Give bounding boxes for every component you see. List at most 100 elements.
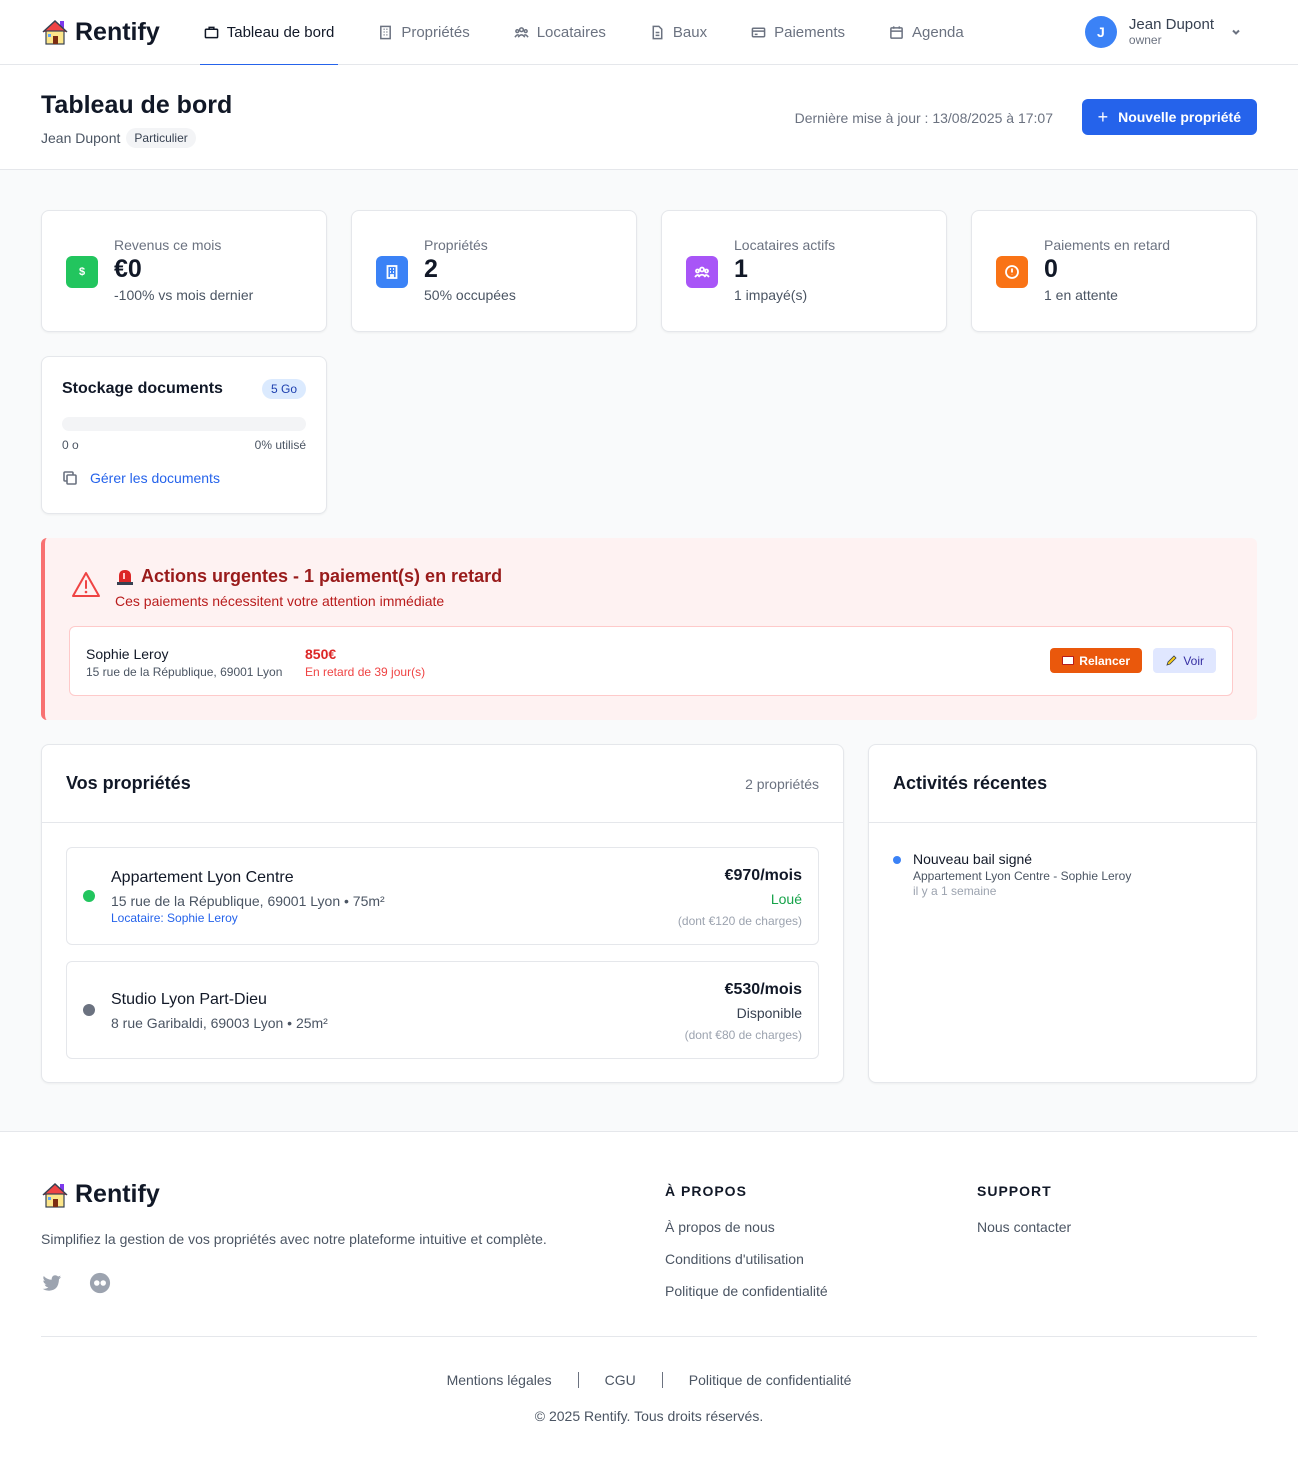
user-menu[interactable]: J Jean Dupont owner <box>1084 16 1242 48</box>
building-icon <box>380 25 392 39</box>
tab-label: Agenda <box>912 23 964 41</box>
owner-type-badge: Particulier <box>126 128 196 148</box>
remind-button[interactable]: Relancer <box>1050 648 1142 673</box>
footer-about-column: À PROPOS À propos de nous Conditions d'u… <box>665 1183 828 1299</box>
briefcase-icon <box>204 26 219 38</box>
main-tabs: Tableau de bord Propriétés Locataires Ba… <box>199 0 1004 66</box>
page-title: Tableau de bord <box>41 91 233 119</box>
owner-line: Jean Dupont Particulier <box>41 128 1257 148</box>
storage-card: Stockage documents 5 Go 0 o 0% utilisé G… <box>41 356 327 514</box>
activity-item: Nouveau bail signé Appartement Lyon Cent… <box>869 823 1256 898</box>
button-label: Nouvelle propriété <box>1118 109 1241 125</box>
stats-row: $ Revenus ce mois €0 -100% vs mois derni… <box>41 210 1257 332</box>
property-charges: (dont €80 de charges) <box>684 1028 802 1042</box>
tab-label: Locataires <box>536 23 606 41</box>
activity-title: Nouveau bail signé <box>913 851 1033 867</box>
late-duration: En retard de 39 jour(s) <box>305 665 426 679</box>
tab-label: Paiements <box>774 23 845 41</box>
alert-title: Actions urgentes - 1 paiement(s) en reta… <box>115 566 502 587</box>
tab-tableau-de-bord[interactable]: Tableau de bord <box>199 0 339 66</box>
tab-label: Propriétés <box>401 23 470 41</box>
pencil-icon <box>1166 655 1177 666</box>
credit-card-icon <box>751 27 766 37</box>
property-card[interactable]: Studio Lyon Part-Dieu 8 rue Garibaldi, 6… <box>66 961 819 1059</box>
twitter-icon[interactable] <box>41 1272 63 1294</box>
storage-percent: 0% utilisé <box>254 438 306 452</box>
property-price: €530/mois <box>724 981 802 998</box>
house-logo-icon <box>42 19 68 45</box>
footer-link-about-us[interactable]: À propos de nous <box>665 1219 828 1235</box>
tab-agenda[interactable]: Agenda <box>885 0 968 65</box>
tab-locataires[interactable]: Locataires <box>510 0 610 65</box>
tab-proprietes[interactable]: Propriétés <box>374 0 473 65</box>
storage-used: 0 o <box>62 438 79 452</box>
link-label: Gérer les documents <box>90 470 220 486</box>
alert-circle-icon <box>996 256 1028 288</box>
app-logo[interactable]: Rentify <box>41 18 160 47</box>
status-dot <box>83 890 95 902</box>
late-amount: 850€ <box>305 646 337 662</box>
house-logo-icon <box>42 1182 68 1208</box>
bottom-panels: Vos propriétés 2 propriétés Appartement … <box>41 744 1257 1083</box>
footer: Rentify Simplifiez la gestion de vos pro… <box>0 1131 1298 1473</box>
separator <box>661 1372 663 1388</box>
footer-link-terms[interactable]: Conditions d'utilisation <box>665 1251 828 1267</box>
chevron-down-icon <box>1232 29 1240 35</box>
stat-card-revenue: $ Revenus ce mois €0 -100% vs mois derni… <box>41 210 327 332</box>
properties-panel: Vos propriétés 2 propriétés Appartement … <box>41 744 844 1083</box>
avatar: J <box>1084 16 1117 48</box>
stat-value: 2 <box>424 255 438 283</box>
warning-triangle-icon <box>72 572 100 597</box>
tab-label: Baux <box>672 23 708 41</box>
stat-card-properties: Propriétés 2 50% occupées <box>351 210 637 332</box>
storage-title: Stockage documents <box>62 380 223 397</box>
manage-documents-link[interactable]: Gérer les documents <box>62 470 306 486</box>
activity-time: il y a 1 semaine <box>913 884 997 898</box>
page-header: Tableau de bord Jean Dupont Particulier … <box>0 65 1298 170</box>
footer-link-contact[interactable]: Nous contacter <box>977 1219 1071 1235</box>
activity-detail: Appartement Lyon Centre - Sophie Leroy <box>913 869 1132 883</box>
tab-paiements[interactable]: Paiements <box>747 0 849 65</box>
property-card[interactable]: Appartement Lyon Centre 15 rue de la Rép… <box>66 847 819 945</box>
tab-baux[interactable]: Baux <box>646 0 711 65</box>
app-name: Rentify <box>75 17 160 46</box>
legal-link-mentions[interactable]: Mentions légales <box>447 1372 552 1388</box>
app-name: Rentify <box>75 1180 160 1208</box>
envelope-icon <box>1062 656 1075 665</box>
property-address: 8 rue Garibaldi, 69003 Lyon • 25m² <box>111 1015 328 1031</box>
property-tenant: Locataire: Sophie Leroy <box>111 911 238 925</box>
stat-value: €0 <box>114 255 142 283</box>
flickr-icon[interactable] <box>89 1272 111 1294</box>
stat-value: 1 <box>734 255 748 283</box>
panel-title: Vos propriétés <box>66 773 191 793</box>
tab-label: Tableau de bord <box>226 23 335 41</box>
stat-label: Revenus ce mois <box>114 237 222 253</box>
property-name: Studio Lyon Part-Dieu <box>111 991 267 1008</box>
calendar-icon <box>890 25 903 39</box>
legal-link-cgu[interactable]: CGU <box>605 1372 636 1388</box>
view-button[interactable]: Voir <box>1153 648 1216 673</box>
panel-title: Activités récentes <box>893 773 1048 793</box>
alert-subtitle: Ces paiements nécessitent votre attentio… <box>115 593 445 609</box>
stat-value: 0 <box>1044 255 1058 283</box>
legal-links: Mentions légales CGU Politique de confid… <box>0 1372 1298 1388</box>
document-icon <box>652 25 663 39</box>
legal-link-privacy[interactable]: Politique de confidentialité <box>689 1372 852 1388</box>
property-charges: (dont €120 de charges) <box>677 914 802 928</box>
owner-name: Jean Dupont <box>41 130 121 146</box>
last-update-text: Dernière mise à jour : 13/08/2025 à 17:0… <box>794 110 1053 126</box>
alert-title-text: Actions urgentes - 1 paiement(s) en reta… <box>141 566 503 586</box>
stat-label: Propriétés <box>424 237 488 253</box>
new-property-button[interactable]: + Nouvelle propriété <box>1081 99 1257 135</box>
footer-logo[interactable]: Rentify <box>41 1180 160 1209</box>
plus-icon: + <box>1097 107 1109 127</box>
footer-link-privacy[interactable]: Politique de confidentialité <box>665 1283 828 1299</box>
activities-panel: Activités récentes Nouveau bail signé Ap… <box>868 744 1257 1083</box>
tenant-name: Sophie Leroy <box>86 646 169 662</box>
property-status: Loué <box>770 891 802 907</box>
property-price: €970/mois <box>724 867 802 884</box>
property-address: 15 rue de la République, 69001 Lyon • 75… <box>111 893 385 909</box>
user-role: owner <box>1128 32 1162 47</box>
late-payment-row: Sophie Leroy 15 rue de la République, 69… <box>69 626 1233 696</box>
button-label: Relancer <box>1079 653 1130 668</box>
